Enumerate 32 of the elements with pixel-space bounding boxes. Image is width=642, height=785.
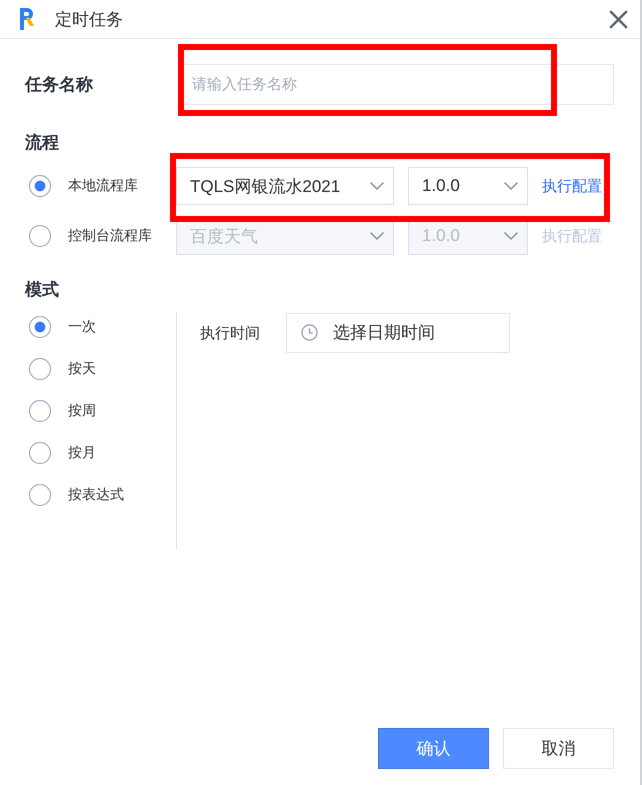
- radio-label: 按月: [68, 444, 96, 462]
- version-dropdown[interactable]: 1.0.0: [408, 167, 528, 205]
- radio-label: 控制台流程库: [68, 227, 152, 245]
- field-label: 执行时间: [200, 324, 260, 342]
- datetime-picker[interactable]: 选择日期时间: [286, 313, 510, 353]
- chevron-icon: [504, 182, 518, 190]
- radio-button[interactable]: [29, 442, 51, 464]
- confirm-button[interactable]: 确认: [378, 728, 489, 769]
- field-label: 任务名称: [25, 74, 94, 96]
- radio-button[interactable]: [29, 484, 51, 506]
- radio-button[interactable]: [29, 316, 51, 338]
- section-heading: 流程: [25, 132, 60, 154]
- process-dropdown[interactable]: TQLS网银流水2021: [176, 167, 394, 205]
- close-icon[interactable]: [609, 10, 628, 28]
- radio-button[interactable]: [29, 400, 51, 422]
- radio-button[interactable]: [29, 175, 51, 197]
- radio-label: 按表达式: [68, 486, 124, 504]
- config-link[interactable]: 执行配置: [542, 176, 602, 196]
- logo-icon: [19, 7, 35, 31]
- radio-button[interactable]: [29, 358, 51, 380]
- chevron-icon: [370, 232, 384, 240]
- radio-label: 本地流程库: [68, 177, 138, 195]
- task-name-input[interactable]: 请输入任务名称: [181, 64, 614, 105]
- section-heading: 模式: [25, 279, 60, 301]
- radio-label: 按周: [68, 402, 96, 420]
- cancel-button[interactable]: 取消: [503, 728, 614, 769]
- clock-icon: [301, 324, 318, 341]
- chevron-icon: [370, 182, 384, 190]
- radio-label: 按天: [68, 360, 96, 378]
- window-title: 定时任务: [55, 8, 123, 30]
- radio-label: 一次: [68, 318, 96, 336]
- chevron-icon: [504, 232, 518, 240]
